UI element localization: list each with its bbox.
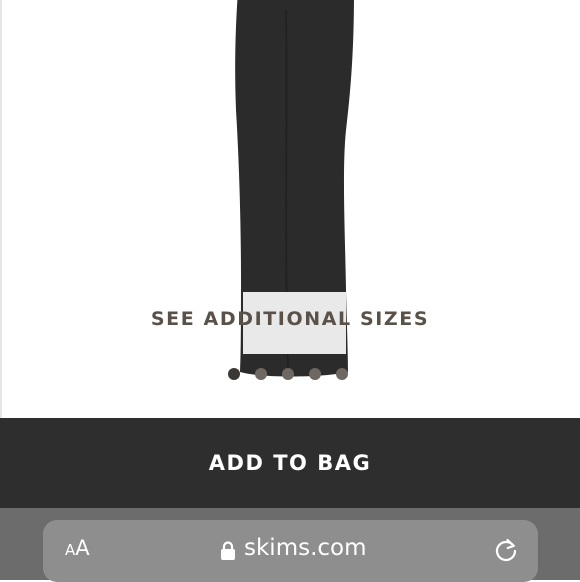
carousel-dot-3[interactable] xyxy=(282,368,294,380)
reload-icon[interactable] xyxy=(493,537,519,563)
carousel-indicator xyxy=(228,368,348,382)
add-to-bag-button[interactable]: ADD TO BAG xyxy=(0,418,580,508)
carousel-dot-1[interactable] xyxy=(228,368,240,380)
product-image-area[interactable]: SEE ADDITIONAL SIZES xyxy=(0,0,580,418)
add-to-bag-label: ADD TO BAG xyxy=(208,451,372,475)
lock-icon xyxy=(221,541,235,560)
address-bar[interactable]: AA skims.com xyxy=(43,520,538,582)
see-additional-sizes-link[interactable]: SEE ADDITIONAL SIZES xyxy=(0,308,580,330)
browser-toolbar: AA skims.com xyxy=(0,508,580,582)
text-size-large-glyph: A xyxy=(75,536,90,560)
carousel-dot-4[interactable] xyxy=(309,368,321,380)
url-text[interactable]: skims.com xyxy=(244,537,367,560)
text-size-small-glyph: A xyxy=(65,541,76,559)
image-edge-divider xyxy=(0,0,2,418)
carousel-dot-2[interactable] xyxy=(255,368,267,380)
carousel-dot-5[interactable] xyxy=(336,368,348,380)
text-size-button[interactable]: AA xyxy=(65,538,90,559)
